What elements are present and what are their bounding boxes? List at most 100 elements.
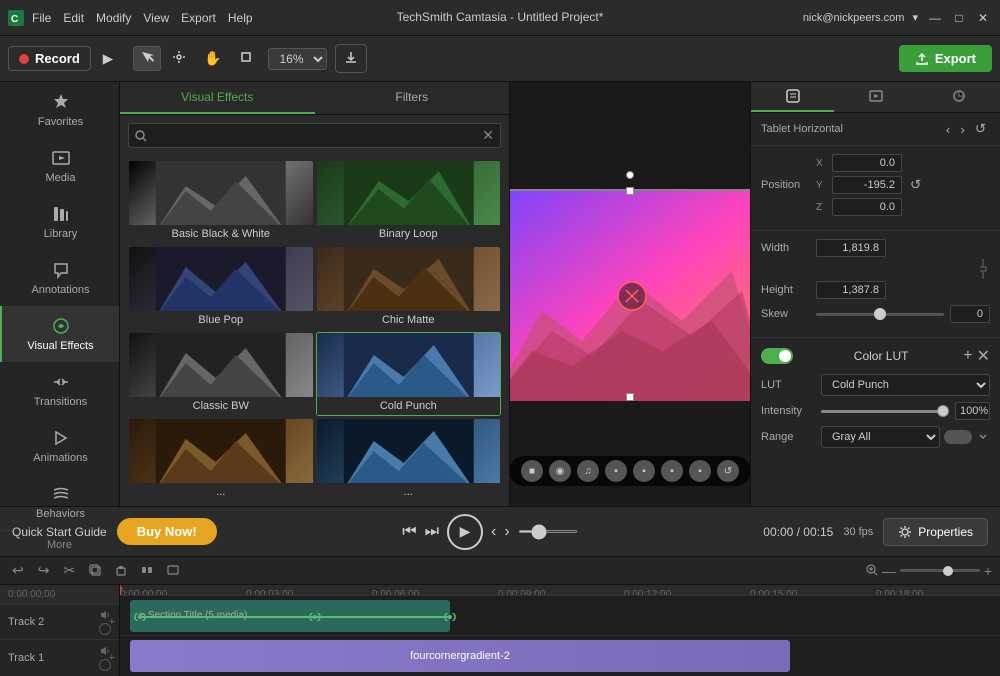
canvas-tool-1[interactable]: ■ — [521, 460, 543, 482]
record-button[interactable]: Record — [8, 46, 91, 71]
rotate-handle[interactable] — [626, 171, 634, 179]
tab-filters[interactable]: Filters — [315, 82, 510, 114]
canvas-tool-3[interactable]: ♫ — [577, 460, 599, 482]
step-back-button[interactable]: ⏭ — [425, 523, 439, 541]
tl-split-button[interactable] — [137, 561, 157, 581]
quick-start-link[interactable]: Quick Start Guide — [12, 525, 107, 539]
tl-undo-button[interactable]: ↩ — [8, 560, 28, 581]
canvas-tool-2[interactable]: ◉ — [549, 460, 571, 482]
sidebar-item-visual-effects[interactable]: Visual Effects — [0, 306, 119, 362]
playhead[interactable] — [120, 585, 121, 595]
canvas-tool-7[interactable]: ▪ — [689, 460, 711, 482]
crop-tool-button[interactable] — [232, 46, 260, 71]
play-button[interactable]: ▶ — [447, 514, 483, 550]
preset-prev-button[interactable]: ‹ — [942, 119, 954, 139]
track-2-add-button[interactable]: + — [109, 616, 115, 628]
range-select[interactable]: Gray All — [821, 426, 940, 448]
handle-bottom-center[interactable] — [626, 393, 634, 401]
minimize-button[interactable]: — — [926, 9, 944, 27]
rp-tab-properties[interactable] — [751, 82, 834, 112]
sidebar-item-animations[interactable]: Animations — [0, 418, 119, 474]
close-button[interactable]: ✕ — [974, 9, 992, 27]
timeline-content: 0:00:00;00 Track 2 + Track 1 + — [0, 585, 1000, 676]
canvas-tool-4[interactable]: ▪ — [605, 460, 627, 482]
maximize-button[interactable]: □ — [950, 9, 968, 27]
select-tool-button[interactable] — [133, 46, 161, 71]
sidebar-label-library: Library — [44, 228, 78, 240]
handle-top-center[interactable] — [626, 187, 634, 195]
menu-help[interactable]: Help — [228, 11, 253, 25]
zoom-in-button[interactable] — [866, 563, 878, 579]
mountain-graphic-more2 — [317, 419, 501, 483]
sidebar-item-annotations[interactable]: Annotations — [0, 250, 119, 306]
rp-tab-media[interactable] — [834, 82, 917, 112]
effect-item-blue-pop[interactable]: Blue Pop — [128, 246, 314, 330]
tl-zoom-slider[interactable] — [900, 569, 980, 572]
effect-item-cold-punch[interactable]: Cold Punch — [316, 332, 502, 416]
export-button[interactable]: Export — [899, 45, 992, 72]
effect-item-binary-loop[interactable]: Binary Loop — [316, 160, 502, 244]
tl-paste-button[interactable] — [111, 561, 131, 581]
menu-export[interactable]: Export — [181, 11, 216, 25]
lut-toggle[interactable] — [761, 348, 793, 364]
sidebar-item-transitions[interactable]: Transitions — [0, 362, 119, 418]
effect-item-chic-matte[interactable]: Chic Matte — [316, 246, 502, 330]
track-1-clip[interactable]: fourcornergradient-2 — [130, 640, 790, 672]
tl-cut-button[interactable]: ✂ — [59, 560, 79, 581]
record-dropdown-button[interactable]: ▶ — [99, 49, 117, 69]
canvas-tool-8[interactable]: ↺ — [717, 460, 739, 482]
menu-edit[interactable]: Edit — [63, 11, 84, 25]
dropdown-chevron-icon[interactable]: ▾ — [912, 11, 918, 24]
track-1-add-button[interactable]: + — [109, 652, 115, 664]
sidebar-item-library[interactable]: Library — [0, 194, 119, 250]
position-x-input[interactable] — [832, 154, 902, 172]
lut-remove-button[interactable]: ✕ — [977, 346, 990, 366]
prev-button[interactable]: ⏮ — [402, 523, 416, 541]
zoom-out-button[interactable]: — — [882, 563, 896, 579]
effect-item-classic-bw[interactable]: Classic BW — [128, 332, 314, 416]
tl-copy-button[interactable] — [85, 561, 105, 581]
lut-select[interactable]: Cold Punch — [821, 374, 990, 396]
zoom-select[interactable]: 16% — [268, 48, 327, 70]
download-button[interactable] — [335, 44, 367, 73]
position-z-input[interactable] — [832, 198, 902, 216]
search-input[interactable] — [151, 129, 482, 143]
next-nav-button[interactable]: › — [504, 523, 509, 541]
search-clear-button[interactable]: ✕ — [482, 127, 494, 144]
intensity-slider[interactable] — [821, 410, 949, 413]
effect-item-more1[interactable]: ... — [128, 418, 314, 502]
canvas-tool-6[interactable]: ▪ — [661, 460, 683, 482]
preset-refresh-button[interactable]: ↺ — [971, 119, 990, 139]
width-input[interactable] — [816, 239, 886, 257]
tl-redo-button[interactable]: ↪ — [34, 560, 54, 581]
tab-visual-effects[interactable]: Visual Effects — [120, 82, 315, 114]
height-label: Height — [761, 284, 816, 296]
position-y-refresh-button[interactable]: ↺ — [910, 177, 921, 193]
sidebar-item-behaviors[interactable]: Behaviors — [0, 474, 119, 530]
hand-tool-button[interactable]: ✋ — [197, 46, 228, 71]
range-toggle[interactable] — [944, 430, 972, 444]
prev-nav-button[interactable]: ‹ — [491, 523, 496, 541]
canvas-tool-5[interactable]: ▪ — [633, 460, 655, 482]
menu-view[interactable]: View — [143, 11, 169, 25]
skew-input[interactable] — [950, 305, 990, 323]
properties-button[interactable]: Properties — [883, 518, 988, 546]
sidebar-item-media[interactable]: Media — [0, 138, 119, 194]
preset-next-button[interactable]: › — [956, 119, 968, 139]
position-y-input[interactable] — [832, 176, 902, 194]
tl-record-button[interactable] — [163, 561, 183, 581]
effect-item-basic-bw[interactable]: Basic Black & White — [128, 160, 314, 244]
menu-file[interactable]: File — [32, 11, 51, 25]
skew-slider[interactable] — [816, 313, 944, 316]
rp-tab-color[interactable] — [917, 82, 1000, 112]
menu-modify[interactable]: Modify — [96, 11, 131, 25]
effect-item-more2[interactable]: ... — [316, 418, 502, 502]
height-input[interactable] — [816, 281, 886, 299]
move-tool-button[interactable] — [165, 46, 193, 71]
volume-slider[interactable] — [518, 530, 578, 533]
buy-now-button[interactable]: Buy Now! — [117, 518, 217, 545]
tool-group: ✋ — [133, 46, 260, 71]
sidebar-item-favorites[interactable]: Favorites — [0, 82, 119, 138]
lut-add-button[interactable]: + — [963, 346, 972, 366]
zoom-plus-button[interactable]: + — [984, 563, 992, 579]
